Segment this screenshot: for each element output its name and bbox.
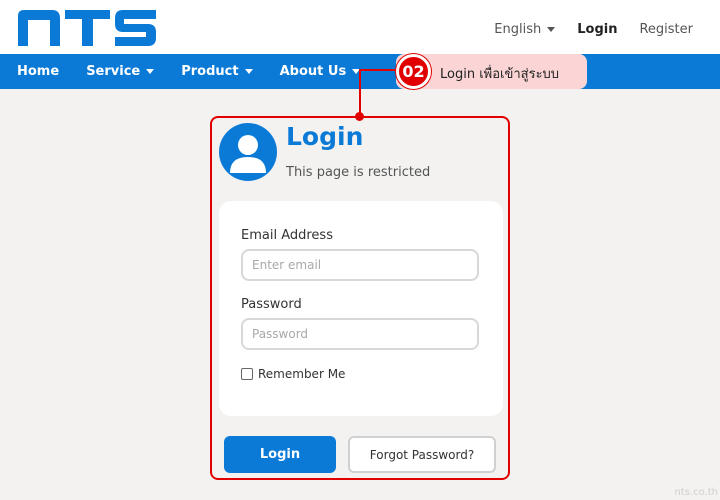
page-title: Login bbox=[286, 122, 364, 151]
nav-item-label: Service bbox=[86, 64, 141, 79]
remember-me[interactable]: Remember Me bbox=[241, 367, 345, 381]
chevron-down-icon bbox=[146, 69, 155, 74]
remember-me-label: Remember Me bbox=[258, 367, 346, 381]
language-label: English bbox=[494, 22, 542, 37]
header-register-link[interactable]: Register bbox=[639, 22, 693, 37]
chevron-down-icon bbox=[244, 69, 253, 74]
step-callout: Login เพื่อเข้าสู่ระบบ 02 bbox=[396, 54, 587, 89]
chevron-down-icon bbox=[547, 27, 556, 32]
nav-item-label: Home bbox=[17, 64, 60, 79]
remember-me-checkbox[interactable] bbox=[241, 368, 253, 380]
email-label: Email Address bbox=[241, 228, 333, 243]
forgot-password-button[interactable]: Forgot Password? bbox=[348, 436, 496, 473]
page-subtitle: This page is restricted bbox=[286, 165, 431, 180]
logo-graphic bbox=[18, 10, 156, 46]
nts-logo[interactable] bbox=[18, 10, 156, 46]
nav-item-label: Product bbox=[181, 64, 239, 79]
password-field[interactable] bbox=[241, 318, 479, 350]
login-form: Email Address Password Remember Me bbox=[219, 201, 503, 416]
nav-item-service[interactable]: Service bbox=[86, 64, 155, 79]
password-label: Password bbox=[241, 297, 302, 312]
callout-text: Login เพื่อเข้าสู่ระบบ bbox=[440, 67, 560, 82]
top-header: English Login Register bbox=[0, 0, 720, 54]
language-selector[interactable]: English bbox=[494, 22, 556, 37]
watermark: nts.co.th bbox=[674, 487, 718, 498]
callout-leader-vertical bbox=[359, 69, 361, 117]
nav-item-about-us[interactable]: About Us bbox=[280, 64, 361, 79]
nav-item-product[interactable]: Product bbox=[181, 64, 253, 79]
callout-step-number: 02 bbox=[396, 54, 431, 89]
nav-item-label: About Us bbox=[279, 64, 347, 79]
header-login-link[interactable]: Login bbox=[577, 22, 617, 37]
callout-leader-horizontal bbox=[359, 69, 399, 71]
login-button[interactable]: Login bbox=[224, 436, 336, 473]
user-icon bbox=[219, 123, 277, 181]
nav-item-home[interactable]: Home bbox=[17, 64, 59, 79]
login-panel: Login This page is restricted Email Addr… bbox=[210, 116, 510, 480]
email-field[interactable] bbox=[241, 249, 479, 281]
